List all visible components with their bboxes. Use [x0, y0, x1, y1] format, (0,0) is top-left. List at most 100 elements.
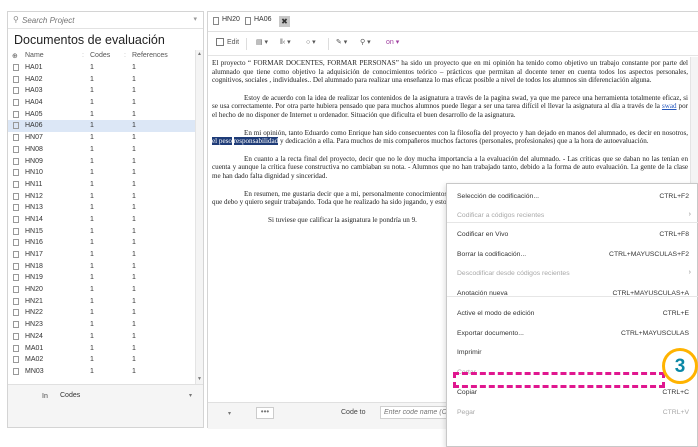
menu-item: Descodificar desde códigos recientes ›	[447, 265, 698, 283]
list-item[interactable]: HN10 1 1	[8, 167, 195, 179]
menu-item[interactable]: ImprimirCTRL	[447, 344, 698, 362]
document-icon	[13, 274, 19, 282]
scroll-up-icon[interactable]: ▲	[197, 51, 202, 57]
search-input[interactable]	[22, 14, 182, 27]
submenu-arrow-icon: ›	[688, 211, 691, 218]
document-icon	[13, 192, 19, 200]
list-item[interactable]: HN16 1 1	[8, 237, 195, 249]
column-divider: :	[124, 52, 126, 59]
column-header-codes[interactable]: Codes	[90, 52, 110, 59]
list-item[interactable]: HA04 1 1	[8, 97, 195, 109]
document-name: HN17	[25, 251, 43, 258]
tab-label: HA06	[254, 16, 272, 23]
text-run: En cuanto a la recta final del proyecto,…	[212, 154, 688, 180]
menu-item[interactable]: Selección de codificación... CTRL+F2	[447, 188, 698, 206]
text-link[interactable]: swad	[662, 102, 677, 110]
menu-item-label: Borrar la codificación...	[457, 251, 527, 258]
list-item[interactable]: HA01 1 1	[8, 62, 195, 74]
list-item[interactable]: HN19 1 1	[8, 272, 195, 284]
list-item[interactable]: HN08 1 1	[8, 144, 195, 156]
sort-indicator-icon[interactable]: ⊕	[12, 52, 18, 60]
document-name: HN22	[25, 309, 43, 317]
annotations-button[interactable]: ▤ ▾	[256, 38, 268, 50]
coding-stripes-button[interactable]: ‖‹ ▾	[280, 38, 291, 50]
document-name: HN10	[25, 169, 43, 177]
menu-item-label: Active el modo de edición	[457, 310, 535, 317]
list-item[interactable]: HN15 1 1	[8, 226, 195, 238]
menu-item[interactable]: Active el modo de edición CTRL+E	[447, 305, 698, 323]
paragraph: El proyecto “ FORMAR DOCENTES, FORMAR PE…	[212, 59, 688, 85]
zoom-button[interactable]: ⚲ ▾	[360, 38, 371, 50]
list-item[interactable]: HA06 1 1	[8, 120, 195, 133]
list-item[interactable]: HN12 1 1	[8, 191, 195, 203]
list-item[interactable]: HN09 1 1	[8, 156, 195, 168]
in-label: In	[42, 393, 48, 400]
menu-item[interactable]: Exportar documento... CTRL+MAYUSCULAS	[447, 325, 698, 343]
tab-ha06[interactable]: HA06	[244, 16, 272, 28]
list-item[interactable]: MN03 1 1	[8, 366, 195, 378]
codes-count: 1	[90, 227, 94, 235]
code-dropdown-icon[interactable]: ▾	[228, 410, 231, 417]
list-item[interactable]: HN18 1 1	[8, 261, 195, 273]
document-icon	[13, 122, 19, 130]
tab-hn20[interactable]: HN20	[212, 16, 240, 28]
list-item[interactable]: HN22 1 1	[8, 307, 195, 319]
code-to-label: Code to	[341, 409, 366, 416]
document-name: HN20	[25, 286, 43, 294]
list-item[interactable]: HA02 1 1	[8, 74, 195, 86]
menu-item[interactable]: Codificar en Vivo CTRL+F8	[447, 226, 698, 244]
list-item[interactable]: HN07 1 1	[8, 132, 195, 144]
tab-label: HN20	[222, 16, 240, 23]
list-item[interactable]: HA03 1 1	[8, 85, 195, 97]
references-count: 1	[132, 227, 136, 235]
references-count: 1	[132, 367, 136, 375]
menu-item[interactable]: Anotación nueva CTRL+MAYUSCULAS+A	[447, 285, 698, 303]
close-tab-icon[interactable]: ✖	[279, 16, 290, 27]
search-dropdown-icon[interactable]: ▾	[193, 15, 197, 23]
codes-count: 1	[90, 356, 94, 364]
document-icon	[13, 204, 19, 212]
paragraph: En mi opinión, tanto Eduardo como Enriqu…	[212, 129, 688, 146]
paragraph: En cuanto a la recta final del proyecto,…	[212, 155, 688, 181]
more-options-button[interactable]: •••	[256, 407, 274, 419]
list-item[interactable]: MA01 1 1	[8, 343, 195, 355]
edit-button[interactable]: Edit	[216, 38, 239, 50]
list-item[interactable]: HN20 1 1	[8, 284, 195, 296]
document-name: HN07	[25, 134, 43, 142]
list-item[interactable]: HN23 1 1	[8, 319, 195, 331]
document-icon	[13, 239, 19, 247]
document-icon	[13, 262, 19, 270]
list-scrollbar[interactable]: ▲ ▼	[195, 50, 203, 384]
in-select[interactable]: Codes ▾	[56, 390, 196, 403]
column-header-references[interactable]: References	[132, 52, 168, 59]
references-count: 1	[132, 87, 136, 95]
list-item[interactable]: HN21 1 1	[8, 296, 195, 308]
pen-button[interactable]: ✎ ▾	[336, 38, 347, 50]
menu-item[interactable]: Borrar la codificación... CTRL+MAYUSCULAS…	[447, 246, 698, 264]
list-item[interactable]: HN24 1 1	[8, 331, 195, 343]
menu-item-shortcut: CTRL+C	[662, 389, 689, 396]
codes-count: 1	[90, 192, 94, 200]
list-item[interactable]: MA02 1 1	[8, 354, 195, 366]
on-dropdown[interactable]: on ▾	[386, 38, 399, 50]
list-item[interactable]: HN13 1 1	[8, 202, 195, 214]
scroll-down-icon[interactable]: ▼	[197, 376, 202, 382]
references-count: 1	[132, 251, 136, 258]
list-item[interactable]: HN17 1 1	[8, 249, 195, 261]
codes-count: 1	[90, 309, 94, 317]
references-count: 1	[132, 344, 136, 352]
list-item[interactable]: HN11 1 1	[8, 179, 195, 191]
list-footer: In Codes ▾	[8, 384, 203, 427]
references-count: 1	[132, 75, 136, 83]
references-count: 1	[132, 239, 136, 247]
column-header-name[interactable]: Name	[25, 52, 44, 59]
edit-checkbox-icon	[216, 38, 224, 46]
menu-item-label: Imprimir	[457, 349, 482, 356]
document-name: HA03	[25, 87, 43, 95]
document-name: HN11	[25, 180, 43, 188]
list-item[interactable]: HA05 1 1	[8, 109, 195, 121]
list-item[interactable]: HN14 1 1	[8, 214, 195, 226]
document-name: MA01	[25, 344, 44, 352]
highlight-button[interactable]: ○ ▾	[306, 38, 316, 50]
